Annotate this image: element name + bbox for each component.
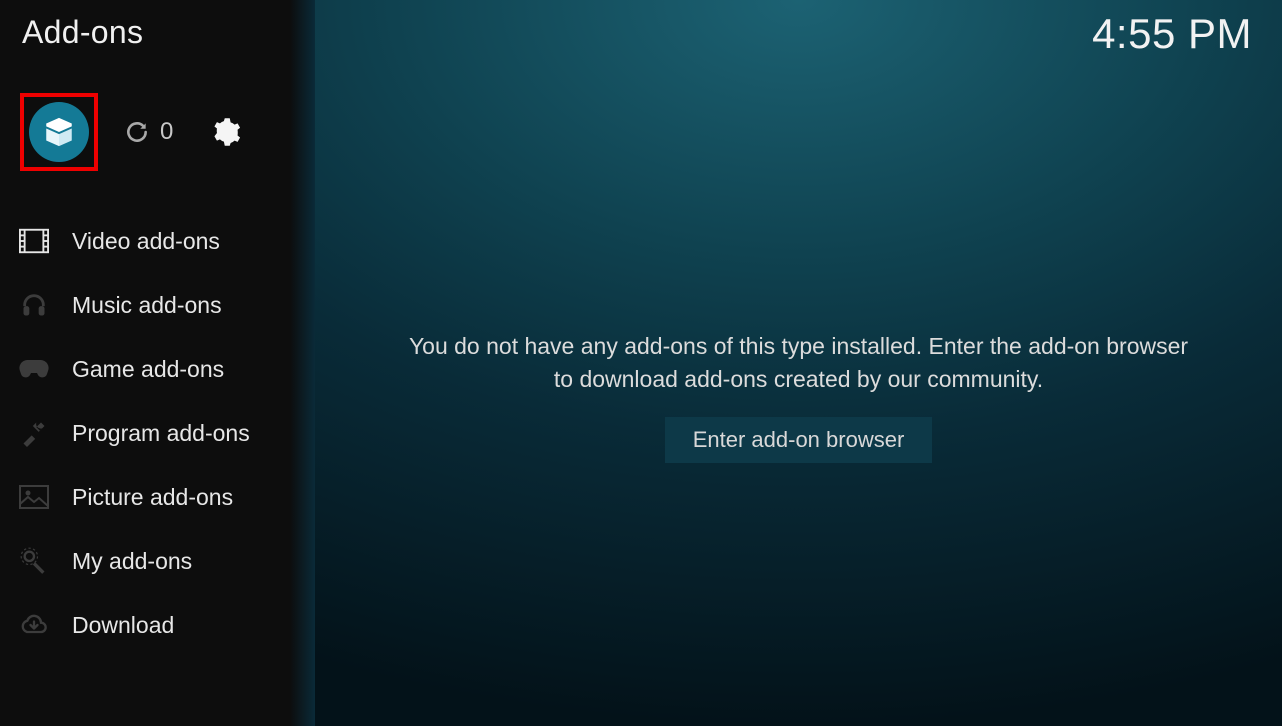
sidebar-item-label: Program add-ons bbox=[72, 420, 250, 447]
sidebar-item-game-addons[interactable]: Game add-ons bbox=[0, 337, 315, 401]
clock: 4:55 PM bbox=[1092, 10, 1252, 58]
empty-state: You do not have any add-ons of this type… bbox=[315, 330, 1282, 463]
sidebar-item-label: Video add-ons bbox=[72, 228, 220, 255]
download-icon bbox=[18, 609, 50, 641]
sidebar-item-program-addons[interactable]: Program add-ons bbox=[0, 401, 315, 465]
highlight-box bbox=[20, 93, 98, 171]
refresh-icon bbox=[124, 119, 150, 145]
sidebar-item-label: Game add-ons bbox=[72, 356, 224, 383]
empty-message: You do not have any add-ons of this type… bbox=[405, 330, 1192, 397]
headphones-icon bbox=[18, 289, 50, 321]
sidebar-item-download[interactable]: Download bbox=[0, 593, 315, 657]
sidebar-item-label: Picture add-ons bbox=[72, 484, 233, 511]
sidebar-item-picture-addons[interactable]: Picture add-ons bbox=[0, 465, 315, 529]
film-icon bbox=[18, 225, 50, 257]
gear-icon bbox=[211, 117, 241, 147]
sidebar-item-music-addons[interactable]: Music add-ons bbox=[0, 273, 315, 337]
sidebar-item-label: My add-ons bbox=[72, 548, 192, 575]
sidebar-item-my-addons[interactable]: My add-ons bbox=[0, 529, 315, 593]
refresh-group[interactable]: 0 bbox=[124, 118, 173, 146]
sidebar: Add-ons 0 bbox=[0, 0, 315, 726]
open-box-icon bbox=[42, 115, 76, 149]
main-content: 4:55 PM You do not have any add-ons of t… bbox=[315, 0, 1282, 726]
settings-button[interactable] bbox=[211, 117, 241, 147]
sidebar-item-label: Download bbox=[72, 612, 174, 639]
sidebar-toolbar: 0 bbox=[0, 51, 315, 209]
enter-addon-browser-button[interactable]: Enter add-on browser bbox=[665, 417, 933, 463]
page-title: Add-ons bbox=[0, 14, 315, 51]
picture-icon bbox=[18, 481, 50, 513]
sidebar-item-video-addons[interactable]: Video add-ons bbox=[0, 209, 315, 273]
sidebar-menu: Video add-ons Music add-ons Game add-ons bbox=[0, 209, 315, 657]
gamepad-icon bbox=[18, 353, 50, 385]
tools-icon bbox=[18, 417, 50, 449]
refresh-count: 0 bbox=[160, 118, 173, 146]
package-button[interactable] bbox=[29, 102, 89, 162]
sidebar-item-label: Music add-ons bbox=[72, 292, 222, 319]
gear-wrench-icon bbox=[18, 545, 50, 577]
